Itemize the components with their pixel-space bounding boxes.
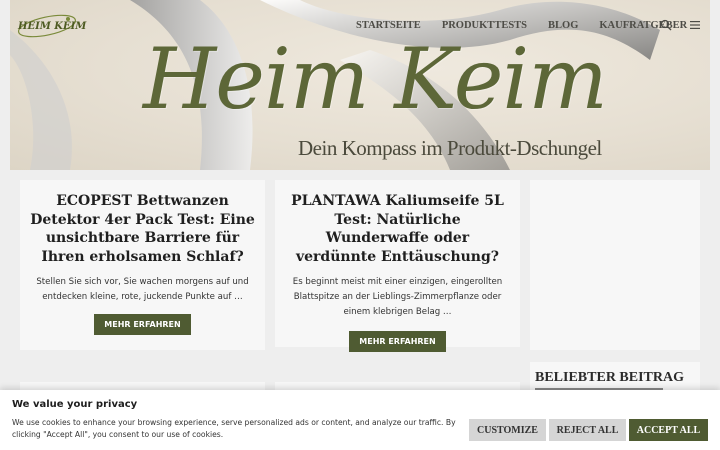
search-icon[interactable] (660, 19, 672, 31)
nav-item-blog[interactable]: BLOG (548, 20, 578, 31)
nav-item-kaufratgeber[interactable]: KAUFRATGEBER (599, 20, 687, 31)
menu-icon[interactable] (689, 19, 701, 31)
nav-item-startseite[interactable]: STARTSEITE (356, 20, 421, 31)
logo-text: HEIM KEIM (18, 21, 87, 32)
post-title[interactable]: PLANTAWA Kaliumseife 5L Test: Natürliche… (275, 192, 520, 266)
read-more-button[interactable]: MEHR ERFAHREN (94, 314, 191, 335)
cookie-text: We use cookies to enhance your browsing … (12, 418, 456, 439)
cookie-title: We value your privacy (12, 399, 138, 410)
accept-all-button[interactable]: ACCEPT ALL (629, 419, 708, 441)
post-card: PLANTAWA Kaliumseife 5L Test: Natürliche… (275, 180, 520, 352)
nav-item-produkttests[interactable]: PRODUKTTESTS (442, 20, 527, 31)
hero-subtitle: Dein Kompass im Produkt-Dschungel (298, 136, 602, 160)
main-navigation: STARTSEITE PRODUKTTESTS BLOG KAUFRATGEBE… (356, 18, 708, 32)
reject-all-button[interactable]: REJECT ALL (549, 419, 626, 441)
cookie-consent-bar: We value your privacy We use cookies to … (0, 390, 720, 450)
read-more-button[interactable]: MEHR ERFAHREN (349, 331, 446, 352)
customize-button[interactable]: CUSTOMIZE (469, 419, 546, 441)
post-excerpt: Es beginnt meist mit einer einzigen, ein… (292, 277, 503, 317)
site-logo[interactable]: HEIM KEIM (16, 12, 86, 40)
post-title[interactable]: ECOPEST Bettwanzen Detektor 4er Pack Tes… (20, 192, 265, 266)
hero-title: Heim Keim (143, 30, 608, 128)
sidebar-heading: BELIEBTER BEITRAG (535, 370, 684, 385)
post-excerpt: Stellen Sie sich vor, Sie wachen morgens… (36, 277, 249, 302)
post-card: ECOPEST Bettwanzen Detektor 4er Pack Tes… (20, 180, 265, 350)
sidebar-ad-placeholder (530, 180, 700, 350)
